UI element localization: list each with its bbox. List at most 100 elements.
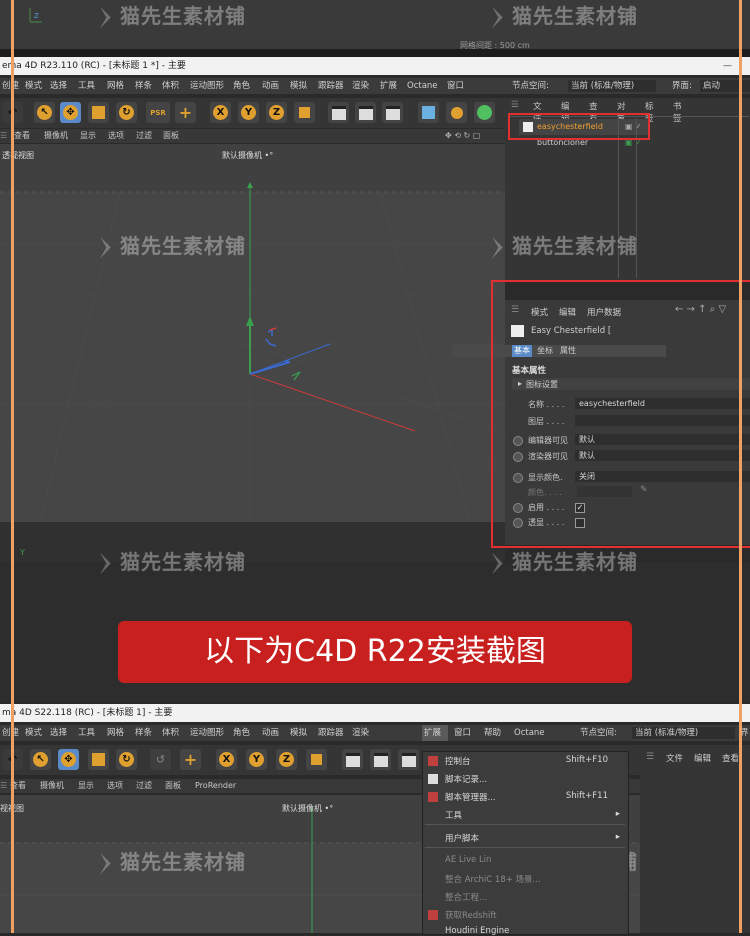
view-menu-panel[interactable]: 面板 bbox=[165, 779, 181, 793]
view-menu-panel[interactable]: 面板 bbox=[163, 129, 179, 143]
menu-help[interactable]: 帮助 bbox=[484, 725, 501, 741]
render-view-icon[interactable] bbox=[370, 749, 391, 770]
add-icon[interactable]: + bbox=[175, 102, 196, 123]
view-menu-icon[interactable]: ☰ bbox=[0, 129, 7, 143]
menu-render[interactable]: 渲染 bbox=[352, 725, 369, 741]
view-menu-display[interactable]: 显示 bbox=[80, 129, 96, 143]
interface-select[interactable]: 启动 bbox=[700, 80, 750, 92]
node-space-select[interactable]: 当前 (标准/物理) bbox=[568, 80, 656, 92]
obj-menu-icon[interactable]: ☰ bbox=[646, 752, 654, 762]
move-tool-icon[interactable]: ✥ bbox=[60, 102, 81, 123]
psr-icon[interactable]: PSR bbox=[146, 102, 170, 123]
menu-mograph[interactable]: 运动图形 bbox=[190, 78, 224, 94]
menu-window[interactable]: 窗口 bbox=[454, 725, 471, 741]
obj-menu-file[interactable]: 文件 bbox=[666, 752, 683, 764]
menu-volume[interactable]: 体积 bbox=[162, 725, 179, 741]
obj-menu-view[interactable]: 查看 bbox=[722, 752, 739, 764]
view-menu-filter[interactable]: 过滤 bbox=[136, 779, 152, 793]
menu-octane[interactable]: Octane bbox=[407, 78, 438, 94]
menu-spline[interactable]: 样条 bbox=[135, 78, 152, 94]
axis-x-button[interactable]: X bbox=[216, 749, 237, 770]
view-menu-filter[interactable]: 过滤 bbox=[136, 129, 152, 143]
disabled-tool-icon[interactable]: ↺ bbox=[150, 749, 171, 770]
r23-viewport[interactable]: 透视视图 默认摄像机 •° Y bbox=[0, 144, 505, 562]
menu-item-script-log[interactable]: 脚本记录... bbox=[445, 773, 487, 785]
menu-volume[interactable]: 体积 bbox=[162, 78, 179, 94]
obj-menu-bookmark[interactable]: 书签 bbox=[673, 100, 682, 124]
menu-item-user-scripts[interactable]: 用户脚本 bbox=[445, 832, 479, 844]
view-menu-options[interactable]: 选项 bbox=[107, 779, 123, 793]
menu-item-merge-project[interactable]: 整合工程... bbox=[445, 891, 487, 903]
axis-z-button[interactable]: Z bbox=[266, 102, 287, 123]
axis-x-button[interactable]: X bbox=[210, 102, 231, 123]
menu-render[interactable]: 渲染 bbox=[352, 78, 369, 94]
minimize-icon[interactable]: — bbox=[723, 57, 732, 75]
select-tool-icon[interactable]: ↖ bbox=[34, 102, 55, 123]
menu-mograph[interactable]: 运动图形 bbox=[190, 725, 224, 741]
render-view-icon[interactable] bbox=[355, 102, 376, 123]
render-region-icon[interactable] bbox=[328, 102, 349, 123]
menu-item-ae-live-link[interactable]: AE Live Lin bbox=[445, 855, 491, 865]
scale-tool-icon[interactable] bbox=[88, 749, 109, 770]
menu-animate[interactable]: 动画 bbox=[262, 78, 279, 94]
menu-window[interactable]: 窗口 bbox=[447, 78, 464, 94]
scale-tool-icon[interactable] bbox=[88, 102, 109, 123]
render-settings-icon[interactable] bbox=[382, 102, 403, 123]
select-tool-icon[interactable]: ↖ bbox=[30, 749, 51, 770]
pen-icon[interactable] bbox=[446, 102, 467, 123]
render-settings-icon[interactable] bbox=[398, 749, 419, 770]
generator-icon[interactable] bbox=[474, 102, 495, 123]
move-tool-icon[interactable]: ✥ bbox=[58, 749, 79, 770]
menu-item-houdini-engine[interactable]: Houdini Engine bbox=[445, 926, 509, 936]
rotate-tool-icon[interactable]: ↻ bbox=[116, 102, 137, 123]
obj-menu-icon[interactable]: ☰ bbox=[511, 100, 519, 110]
menu-character[interactable]: 角色 bbox=[233, 78, 250, 94]
menu-select[interactable]: 选择 bbox=[50, 725, 67, 741]
cube-icon[interactable] bbox=[418, 102, 439, 123]
menu-character[interactable]: 角色 bbox=[233, 725, 250, 741]
menu-extensions[interactable]: 扩展 bbox=[422, 725, 448, 741]
menu-mode[interactable]: 模式 bbox=[25, 78, 42, 94]
menu-tools[interactable]: 工具 bbox=[78, 78, 95, 94]
view-menu-icon[interactable]: ☰ bbox=[0, 779, 7, 793]
menu-simulate[interactable]: 模拟 bbox=[290, 725, 307, 741]
menu-tracker[interactable]: 跟踪器 bbox=[318, 725, 344, 741]
view-menu-options[interactable]: 选项 bbox=[108, 129, 124, 143]
axis-z-button[interactable]: Z bbox=[276, 749, 297, 770]
menu-octane[interactable]: Octane bbox=[514, 725, 545, 741]
menu-tools[interactable]: 工具 bbox=[78, 725, 95, 741]
node-space-select[interactable]: 当前 (标准/物理) bbox=[632, 727, 735, 739]
view-menu-view[interactable]: 查看 bbox=[14, 129, 30, 143]
add-icon[interactable]: + bbox=[180, 749, 201, 770]
axis-y-button[interactable]: Y bbox=[238, 102, 259, 123]
view-menu-camera[interactable]: 摄像机 bbox=[44, 129, 68, 143]
viewport-nav-icon[interactable]: ✥ ⟲ ↻ ▢ bbox=[445, 129, 480, 143]
view-menu-prorender[interactable]: ProRender bbox=[195, 779, 236, 793]
script-manager-icon bbox=[428, 792, 438, 802]
watermark-logo: 猫先生素材铺 bbox=[492, 546, 638, 575]
menu-select[interactable]: 选择 bbox=[50, 78, 67, 94]
menu-mode[interactable]: 模式 bbox=[25, 725, 42, 741]
menu-animate[interactable]: 动画 bbox=[262, 725, 279, 741]
view-menu-camera[interactable]: 摄像机 bbox=[40, 779, 64, 793]
menu-item-get-redshift[interactable]: 获取Redshift bbox=[445, 909, 497, 921]
menu-item-script-manager[interactable]: 脚本管理器... bbox=[445, 791, 496, 803]
obj-menu-edit[interactable]: 编辑 bbox=[694, 752, 711, 764]
coord-system-icon[interactable] bbox=[294, 102, 315, 123]
watermark-logo: 猫先生素材铺 bbox=[100, 546, 246, 575]
axis-y-button[interactable]: Y bbox=[246, 749, 267, 770]
menu-mesh[interactable]: 网格 bbox=[107, 78, 124, 94]
menu-mesh[interactable]: 网格 bbox=[107, 725, 124, 741]
rotate-tool-icon[interactable]: ↻ bbox=[116, 749, 137, 770]
menu-item-tools[interactable]: 工具 bbox=[445, 809, 462, 821]
render-region-icon[interactable] bbox=[342, 749, 363, 770]
svg-text:Z: Z bbox=[34, 12, 39, 20]
menu-item-archicad[interactable]: 整合 ArchiC 18+ 场景... bbox=[445, 873, 541, 885]
menu-simulate[interactable]: 模拟 bbox=[290, 78, 307, 94]
view-menu-display[interactable]: 显示 bbox=[78, 779, 94, 793]
coord-system-icon[interactable] bbox=[306, 749, 327, 770]
menu-tracker[interactable]: 跟踪器 bbox=[318, 78, 344, 94]
menu-item-console[interactable]: 控制台 bbox=[445, 755, 471, 767]
menu-spline[interactable]: 样条 bbox=[135, 725, 152, 741]
menu-extensions[interactable]: 扩展 bbox=[380, 78, 397, 94]
